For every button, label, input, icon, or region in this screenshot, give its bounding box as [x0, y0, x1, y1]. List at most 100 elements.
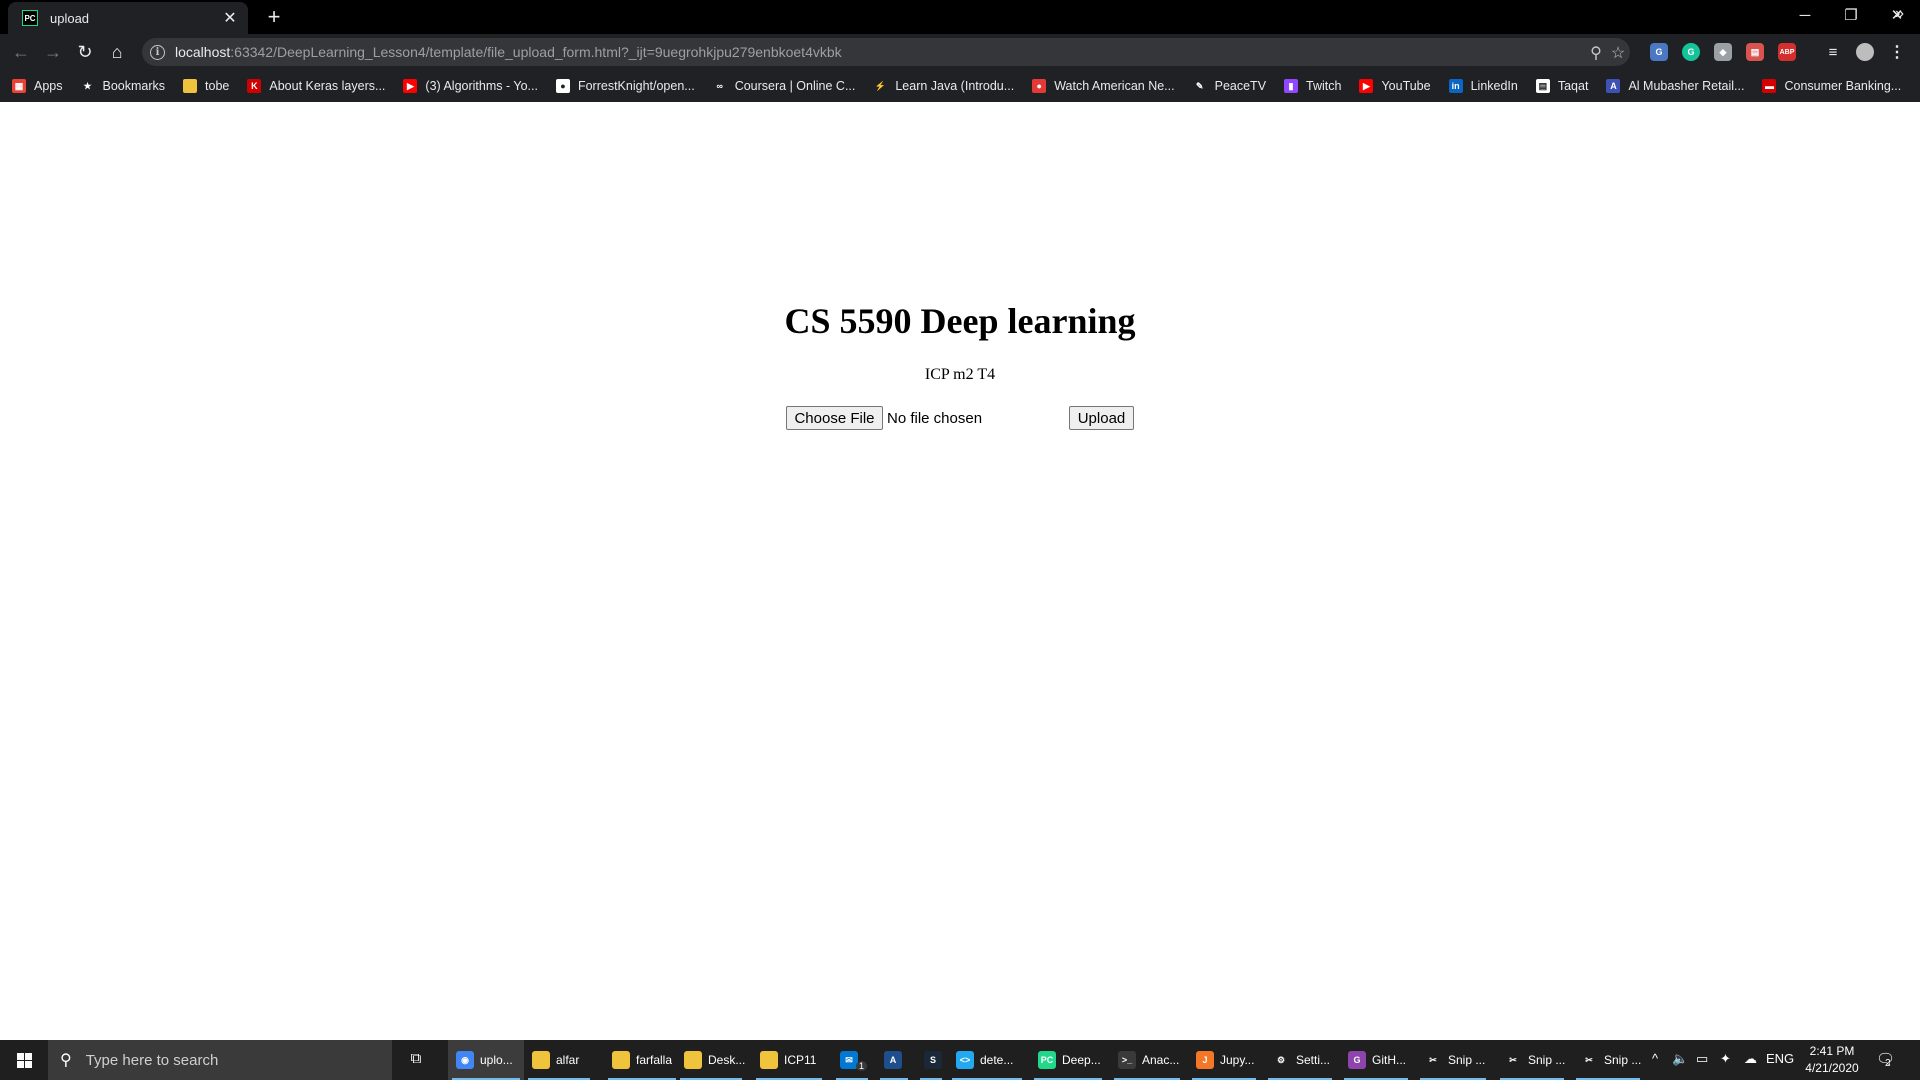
bookmark-item[interactable]: ✎ PeaceTV: [1193, 79, 1266, 93]
snip-icon: ✂: [1585, 1054, 1593, 1065]
bookmark-label: Coursera | Online C...: [734, 79, 856, 93]
browser-menu-icon[interactable]: ⋮: [1888, 43, 1906, 61]
upload-button[interactable]: Upload: [1069, 406, 1134, 430]
file-status-text: No file chosen: [887, 410, 983, 427]
taskbar-app[interactable]: >_ Anac...: [1110, 1040, 1184, 1080]
bookmark-item[interactable]: in LinkedIn: [1448, 79, 1518, 93]
tab-title: upload: [50, 10, 90, 26]
profile-avatar[interactable]: [1856, 43, 1874, 61]
media-control-icon[interactable]: ≡: [1824, 43, 1842, 61]
zoom-icon[interactable]: ⚲: [1586, 43, 1606, 63]
bookmark-item[interactable]: A Al Mubasher Retail...: [1606, 79, 1744, 93]
taskbar-app-label: uplo...: [480, 1053, 513, 1067]
bookmark-item[interactable]: K About Keras layers...: [247, 79, 385, 93]
taskbar-app[interactable]: <> dete...: [948, 1040, 1026, 1080]
upload-form: Choose File No file chosen Upload: [786, 404, 1134, 430]
close-tab-icon[interactable]: ✕: [222, 8, 238, 28]
language-indicator[interactable]: ENG: [1766, 1051, 1794, 1066]
bookmark-item[interactable]: ⚡ Learn Java (Introdu...: [873, 79, 1014, 93]
bookmark-item[interactable]: ● ForrestKnight/open...: [555, 79, 695, 93]
back-button[interactable]: ←: [8, 39, 34, 65]
more-bookmarks-icon[interactable]: »: [1895, 5, 1904, 23]
taskbar-app[interactable]: S: [916, 1040, 946, 1080]
tab-strip: PC upload ✕ + ─ ❐ ✕: [0, 0, 1920, 34]
print-extension-icon[interactable]: ▤: [1746, 43, 1764, 61]
bookmark-label: (3) Algorithms - Yo...: [425, 79, 538, 93]
bookmark-item[interactable]: ▶ YouTube: [1359, 79, 1431, 93]
notification-center-icon[interactable]: 🗨2: [1876, 1050, 1895, 1069]
taskbar-app[interactable]: Desk...: [676, 1040, 746, 1080]
restore-window-icon[interactable]: ❐: [1828, 0, 1874, 30]
home-button[interactable]: ⌂: [104, 39, 130, 65]
taskbar-app[interactable]: G GitH...: [1340, 1040, 1412, 1080]
bookmark-item[interactable]: ▮ Twitch: [1284, 79, 1341, 93]
browser-tab[interactable]: PC upload ✕: [8, 2, 248, 34]
taskbar-app-label: ICP11: [784, 1053, 817, 1067]
linkedin-icon: in: [1448, 79, 1463, 93]
new-tab-button[interactable]: +: [262, 4, 286, 30]
taskbar-app[interactable]: ✂ Snip ...: [1572, 1040, 1644, 1080]
page-subtitle: ICP m2 T4: [924, 366, 996, 383]
taskbar-app[interactable]: ✂ Snip ...: [1416, 1040, 1490, 1080]
bookmark-item[interactable]: ★ Bookmarks: [81, 79, 165, 93]
cube-extension-icon[interactable]: ◆: [1714, 43, 1732, 61]
taskbar-app-label: Setti...: [1296, 1053, 1331, 1067]
task-view-icon[interactable]: ⧉: [404, 1050, 428, 1070]
site-info-icon[interactable]: i: [150, 44, 165, 60]
choose-file-button[interactable]: Choose File: [786, 406, 883, 430]
taskbar-app-label: GitH...: [1372, 1053, 1407, 1067]
adblock-extension-icon[interactable]: ABP: [1778, 43, 1796, 61]
bookmark-item[interactable]: ▬ Consumer Banking...: [1762, 79, 1901, 93]
taskbar-app[interactable]: ✉ 1: [832, 1040, 872, 1080]
snip-icon: ✂: [1429, 1054, 1437, 1065]
taskbar-app[interactable]: alfar: [524, 1040, 594, 1080]
reload-button[interactable]: ↻: [72, 39, 98, 65]
jupyter-icon: J: [1196, 1051, 1214, 1069]
taskbar-app[interactable]: A: [876, 1040, 912, 1080]
onedrive-icon[interactable]: ☁: [1744, 1051, 1757, 1067]
taskbar-app[interactable]: ⚙ Setti...: [1264, 1040, 1336, 1080]
bookmark-item[interactable]: ∞ Coursera | Online C...: [713, 79, 856, 93]
azure-icon: A: [884, 1051, 902, 1069]
taskbar-app[interactable]: ✂ Snip ...: [1496, 1040, 1568, 1080]
peacetv-icon: ✎: [1195, 80, 1204, 91]
taskbar-app[interactable]: farfalla: [604, 1040, 680, 1080]
forward-button[interactable]: →: [40, 39, 66, 65]
bookmark-item[interactable]: ● Watch American Ne...: [1032, 79, 1175, 93]
taskbar-app[interactable]: J Jupy...: [1188, 1040, 1260, 1080]
bookmark-label: Taqat: [1557, 79, 1589, 93]
dropbox-icon[interactable]: ✦: [1720, 1051, 1731, 1067]
vscode-icon: <>: [956, 1051, 974, 1069]
taskbar-app[interactable]: ICP11: [752, 1040, 826, 1080]
search-placeholder: Type here to search: [85, 1051, 219, 1069]
volume-icon[interactable]: 🔈: [1672, 1051, 1688, 1067]
github-desktop-icon: G: [1348, 1051, 1366, 1069]
bookmark-item[interactable]: tobe: [183, 79, 229, 93]
bookmark-item[interactable]: ▦ Apps: [12, 79, 63, 93]
address-bar[interactable]: i localhost:63342/DeepLearning_Lesson4/t…: [142, 38, 1630, 66]
taskbar-app[interactable]: ◉ uplo...: [448, 1040, 524, 1080]
minimize-window-icon[interactable]: ─: [1782, 0, 1828, 30]
page-title: CS 5590 Deep learning: [784, 301, 1136, 341]
folder-icon: [684, 1051, 702, 1069]
taskbar-app[interactable]: PC Deep...: [1030, 1040, 1106, 1080]
translate-extension-icon[interactable]: G: [1650, 43, 1668, 61]
folder-icon: [183, 79, 198, 93]
snip-icon: ✂: [1509, 1054, 1517, 1065]
youtube-icon: ▶: [403, 79, 418, 93]
coursera-icon: ∞: [716, 81, 723, 91]
start-button[interactable]: [0, 1040, 48, 1080]
network-icon[interactable]: ▭: [1696, 1051, 1708, 1067]
taskbar-search-box[interactable]: ⚲ Type here to search: [48, 1040, 392, 1080]
bookmark-star-icon[interactable]: ☆: [1608, 43, 1628, 63]
bookmark-item[interactable]: ▶ (3) Algorithms - Yo...: [403, 79, 538, 93]
system-clock[interactable]: 2:41 PM 4/21/2020: [1796, 1043, 1868, 1077]
taskbar-app-label: alfar: [556, 1053, 580, 1067]
bookmark-label: Al Mubasher Retail...: [1628, 79, 1745, 93]
bookmark-item[interactable]: ▤ Taqat: [1535, 79, 1589, 93]
show-hidden-icons-icon[interactable]: ^: [1652, 1051, 1658, 1066]
bookmark-label: YouTube: [1381, 79, 1431, 93]
folder-icon: [612, 1051, 630, 1069]
grammarly-extension-icon[interactable]: G: [1682, 43, 1700, 61]
pycharm-icon: PC: [1038, 1051, 1056, 1069]
